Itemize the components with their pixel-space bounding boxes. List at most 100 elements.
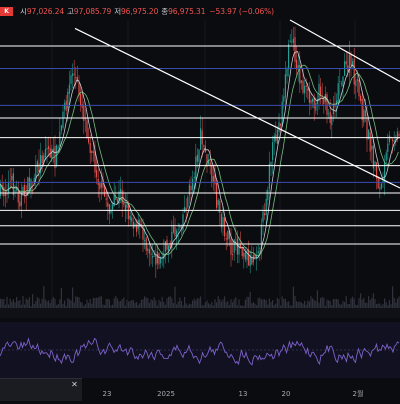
volume-bar <box>139 303 141 308</box>
candle-body <box>353 58 355 85</box>
volume-bar <box>260 299 262 308</box>
volume-bar <box>88 302 90 308</box>
candle-body <box>272 142 274 161</box>
candle-body <box>3 187 5 197</box>
volume-bar <box>97 297 99 308</box>
x-tick-label: 20 <box>282 390 291 398</box>
volume-bar <box>278 299 280 308</box>
candle-body <box>224 217 226 237</box>
candle-body <box>86 120 88 138</box>
candle-body <box>300 80 302 83</box>
candle-body <box>339 81 341 83</box>
volume-bar <box>171 298 173 308</box>
volume-bar <box>233 299 235 308</box>
candle-body <box>304 85 306 94</box>
volume-bar <box>41 298 43 308</box>
volume-bar <box>76 296 78 308</box>
x-tick-label: 2025 <box>157 390 175 398</box>
volume-bar <box>44 299 46 308</box>
candle-body <box>72 73 74 76</box>
candle-body <box>286 68 288 77</box>
volume-bar <box>320 298 322 308</box>
volume-bar <box>123 297 125 308</box>
candle-body <box>265 198 267 216</box>
candle-body <box>196 154 198 162</box>
volume-bar <box>124 305 126 308</box>
candle-body <box>200 128 202 150</box>
volume-bar <box>342 301 344 308</box>
volume-bar <box>121 299 123 308</box>
candle-body <box>337 83 339 102</box>
candle-body <box>371 145 373 150</box>
volume-bar <box>246 296 248 308</box>
candle-body <box>340 83 342 84</box>
candle-body <box>369 132 371 152</box>
volume-bar <box>62 303 64 308</box>
volume-bar <box>392 286 394 308</box>
candle-body <box>336 100 338 106</box>
volume-bar <box>307 300 309 308</box>
volume-bar <box>200 296 202 308</box>
volume-bar <box>275 303 277 308</box>
candle-body <box>312 98 314 102</box>
candle-body <box>150 253 152 255</box>
volume-bar <box>235 297 237 308</box>
ohlc-header: K 시 97,026.24 고 97,085.79 저 96,975.20 종 … <box>0 4 274 18</box>
candle-body <box>380 183 382 189</box>
volume-bar <box>83 305 85 308</box>
volume-bar <box>54 298 56 308</box>
candle-body <box>329 111 331 124</box>
volume-bar <box>195 300 197 308</box>
close-icon[interactable]: ✕ <box>70 380 79 389</box>
candle-body <box>57 147 59 149</box>
volume-bar <box>113 298 115 308</box>
volume-bar <box>331 304 333 308</box>
volume-bar <box>156 305 158 308</box>
candle-body <box>288 44 290 70</box>
volume-bar <box>337 299 339 308</box>
candle-body <box>62 111 64 128</box>
volume-bar <box>0 298 2 308</box>
volume-bar <box>216 302 218 308</box>
candle-body <box>83 105 85 122</box>
chart-area[interactable]: 23 2025 13 20 2월 <box>0 0 400 400</box>
volume-bar <box>360 293 362 308</box>
volume-bar <box>164 304 166 308</box>
volume-bar <box>321 297 323 308</box>
candle-body <box>382 180 384 182</box>
volume-bar <box>283 299 285 308</box>
volume-bar <box>256 305 258 308</box>
candle-body <box>355 80 357 87</box>
volume-bar <box>214 299 216 308</box>
volume-bar <box>136 302 138 308</box>
candle-body <box>147 248 149 251</box>
volume-bar <box>20 304 22 308</box>
volume-bar <box>59 299 61 308</box>
volume-bar <box>219 299 221 308</box>
volume-bar <box>267 304 269 308</box>
volume-bar <box>361 299 363 308</box>
volume-bar <box>182 305 184 308</box>
candle-body <box>110 210 112 214</box>
candle-body <box>67 91 69 109</box>
candle-body <box>177 229 179 231</box>
price-chart-svg[interactable]: 23 2025 13 20 2월 <box>0 0 400 400</box>
volume-bar <box>27 299 29 308</box>
candle-body <box>270 161 272 166</box>
volume-bar <box>3 299 5 308</box>
candle-body <box>230 239 232 255</box>
candle-body <box>190 185 192 191</box>
candle-body <box>227 230 229 240</box>
volume-bar <box>236 305 238 308</box>
volume-bar <box>208 303 210 308</box>
volume-bar <box>232 302 234 308</box>
volume-bar <box>46 301 48 308</box>
volume-bar <box>305 304 307 308</box>
candle-body <box>307 89 309 91</box>
volume-bar <box>144 296 146 308</box>
candle-body <box>283 96 285 102</box>
candle-body <box>385 152 387 161</box>
volume-bar <box>336 298 338 308</box>
volume-bar <box>308 301 310 308</box>
volume-bar <box>91 303 93 308</box>
